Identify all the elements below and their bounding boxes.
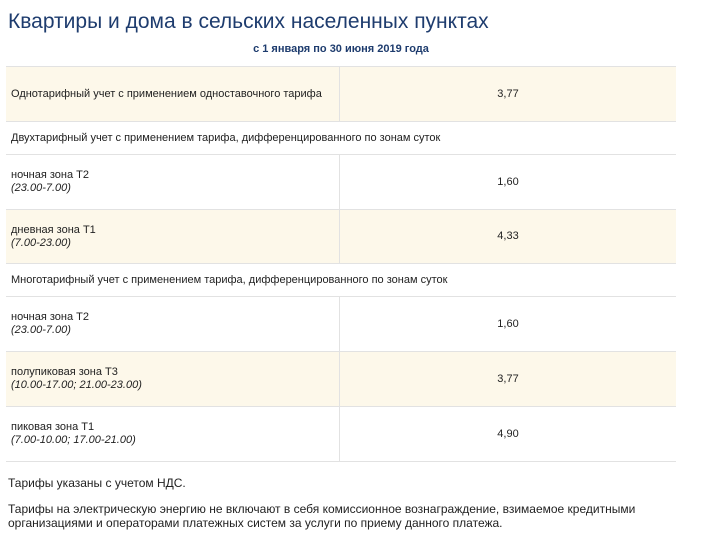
section-header-row: Многотарифный учет с применением тарифа,… [6,263,676,297]
table-row: пиковая зона Т1 (7.00-10.00; 17.00-21.00… [6,406,676,462]
zone-period: (7.00-10.00; 17.00-21.00) [11,434,136,446]
single-tariff-label: Однотарифный учет с применением одностав… [6,66,340,122]
two-zone-header: Двухтарифный учет с применением тарифа, … [6,121,676,155]
table-row: дневная зона Т1 (7.00-23.00) 4,33 [6,209,676,264]
zone-name: полупиковая зона Т3 [11,366,118,378]
table-row: ночная зона Т2 (23.00-7.00) 1,60 [6,296,676,352]
table-row: ночная зона Т2 (23.00-7.00) 1,60 [6,154,676,210]
zone-cell: пиковая зона Т1 (7.00-10.00; 17.00-21.00… [6,406,340,462]
zone-period: (23.00-7.00) [11,182,71,194]
zone-name: ночная зона Т2 [11,311,90,323]
zone-period: (7.00-23.00) [11,236,71,249]
tariff-table: Однотарифный учет с применением одностав… [6,66,676,462]
zone-name: дневная зона Т1 [11,223,96,236]
zone-name: ночная зона Т2 [11,169,90,181]
zone-period: (10.00-17.00; 21.00-23.00) [11,379,142,391]
zone-name: пиковая зона Т1 [11,421,95,433]
tariff-value: 1,60 [339,154,676,210]
page-title: Квартиры и дома в сельских населенных пу… [8,10,489,33]
vat-note: Тарифы указаны с учетом НДС. [8,476,186,490]
tariff-value: 4,90 [339,406,676,462]
zone-period: (23.00-7.00) [11,324,71,336]
single-tariff-value: 3,77 [339,66,676,122]
tariff-value: 3,77 [339,351,676,407]
multi-zone-header: Многотарифный учет с применением тарифа,… [6,263,676,297]
tariff-value: 1,60 [339,296,676,352]
zone-cell: ночная зона Т2 (23.00-7.00) [6,296,340,352]
tariff-period: с 1 января по 30 июня 2019 года [253,43,429,55]
table-row: Однотарифный учет с применением одностав… [6,66,676,122]
section-header-row: Двухтарифный учет с применением тарифа, … [6,121,676,155]
zone-cell: дневная зона Т1 (7.00-23.00) [6,209,340,264]
zone-cell: полупиковая зона Т3 (10.00-17.00; 21.00-… [6,351,340,407]
zone-cell: ночная зона Т2 (23.00-7.00) [6,154,340,210]
table-row: полупиковая зона Т3 (10.00-17.00; 21.00-… [6,351,676,407]
tariff-value: 4,33 [339,209,676,264]
commission-note: Тарифы на электрическую энергию не включ… [8,502,636,530]
